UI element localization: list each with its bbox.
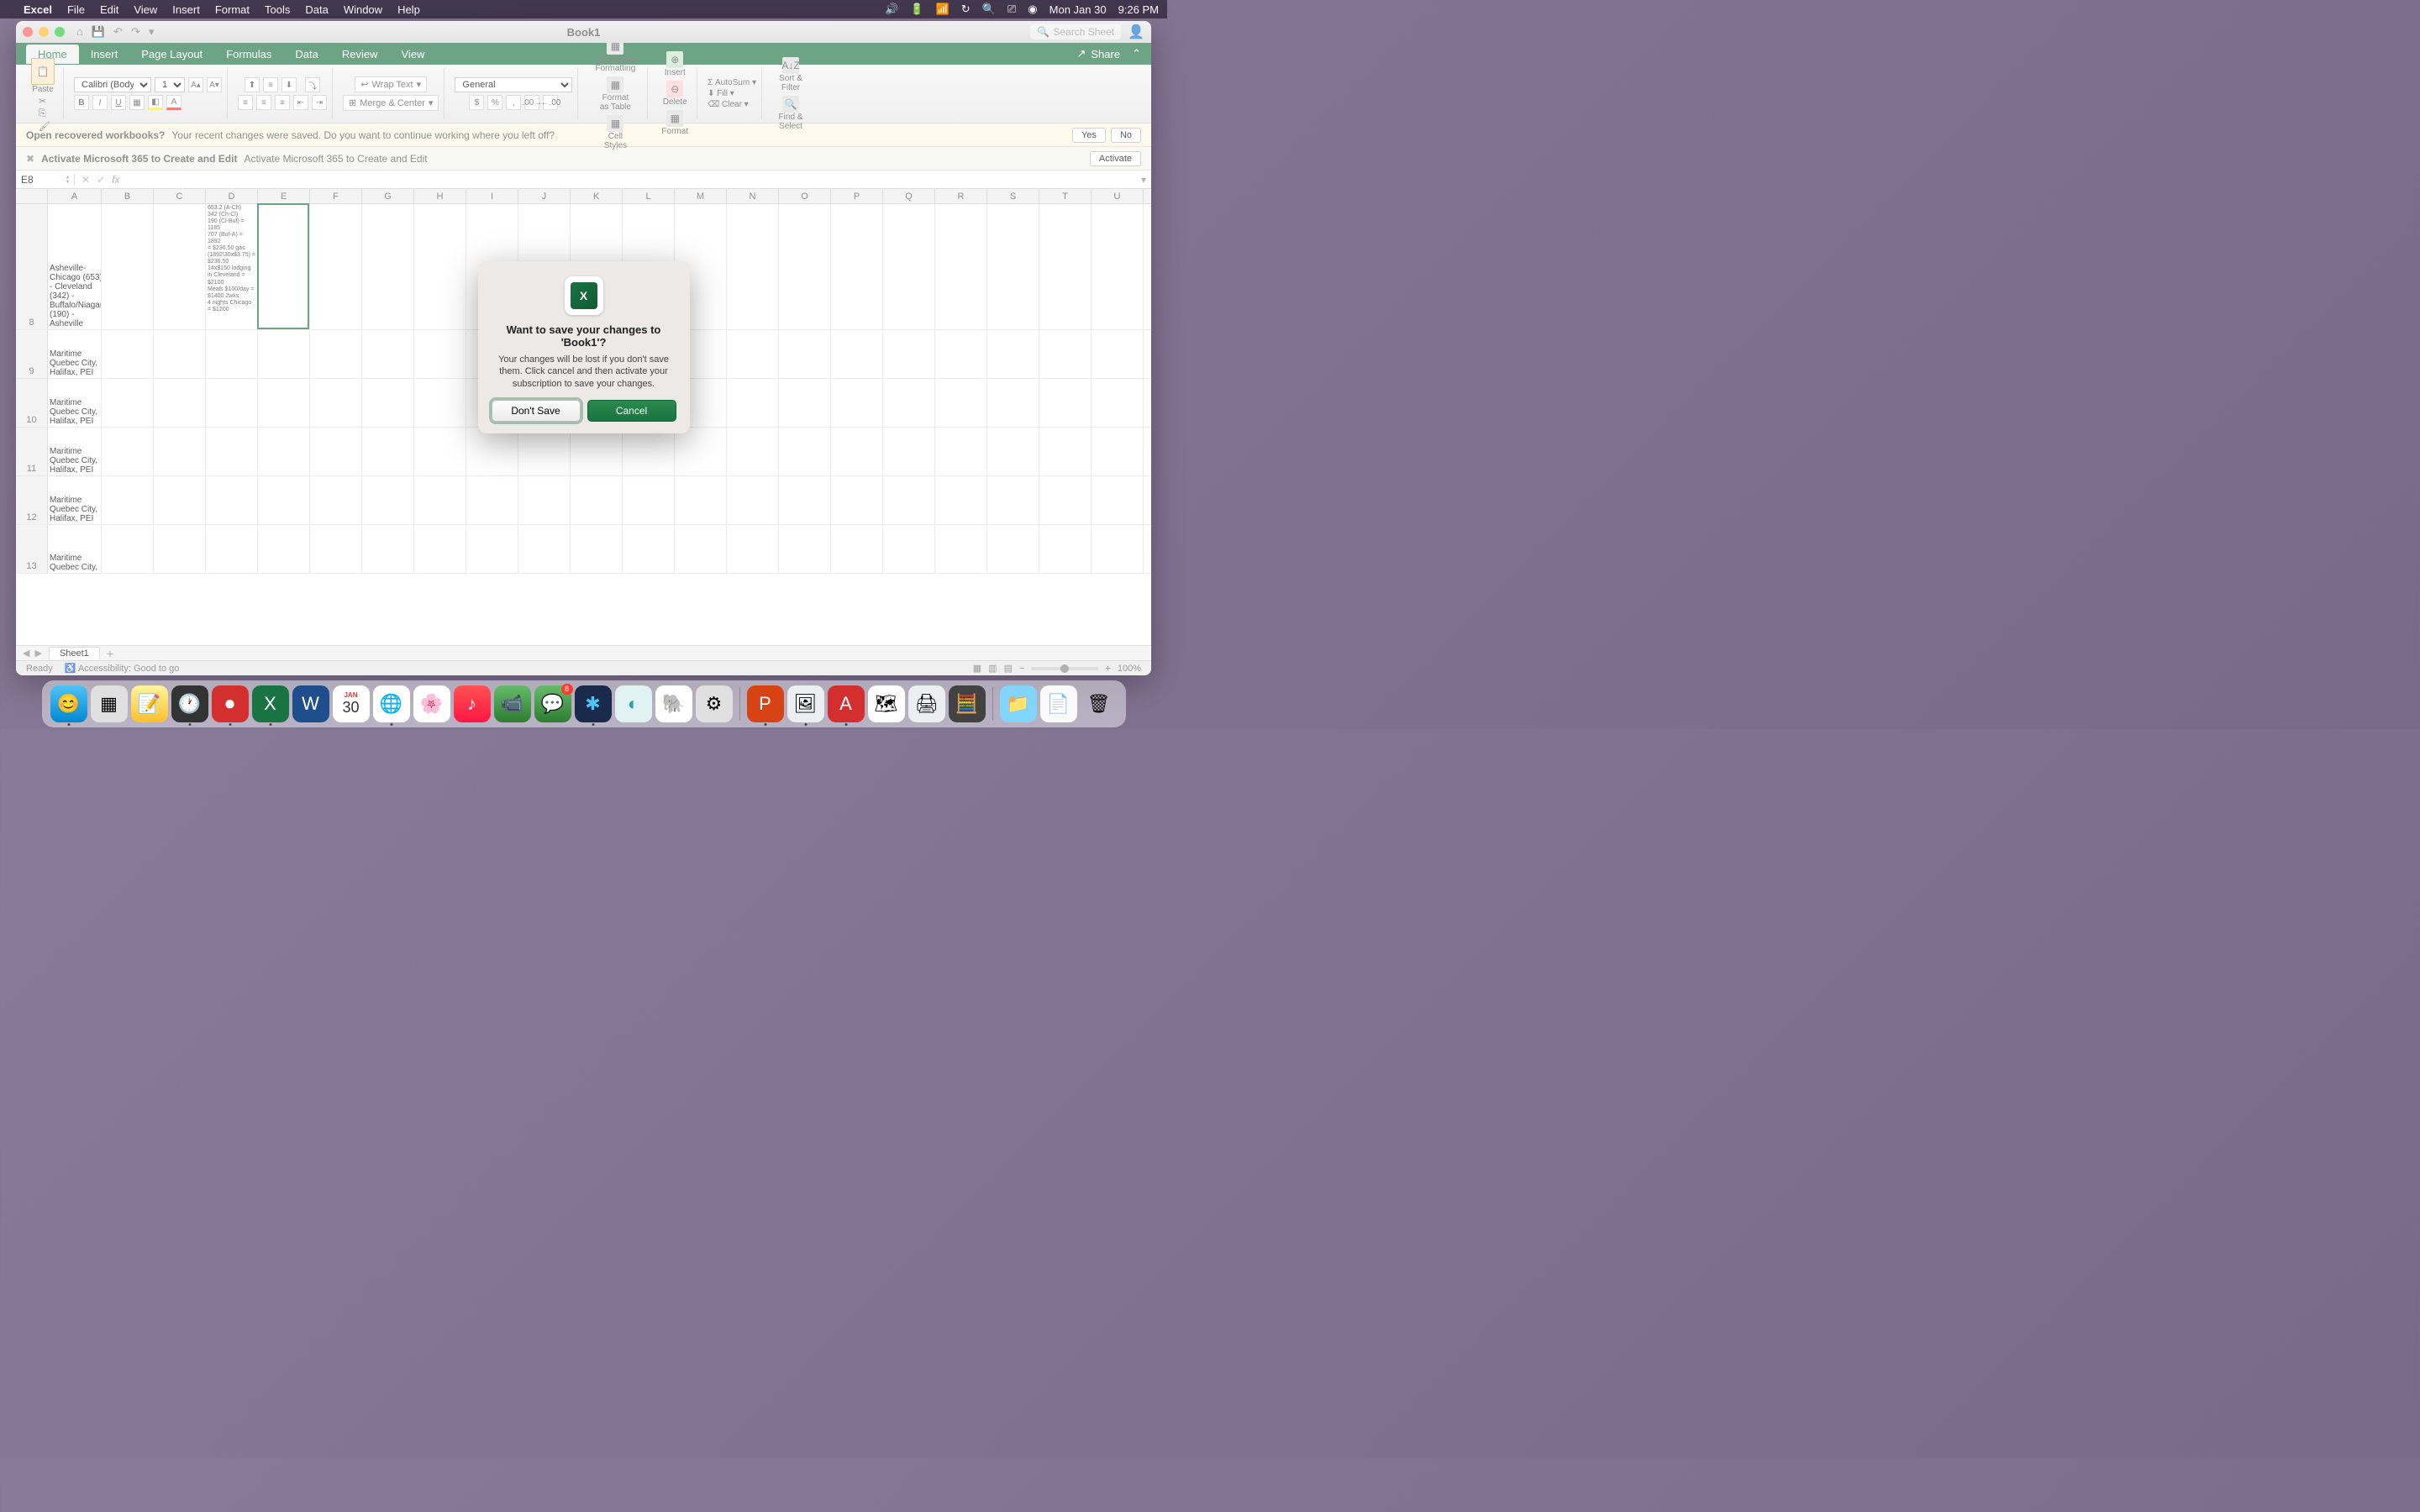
dock-separator [739, 687, 740, 721]
save-changes-dialog: X Want to save your changes to 'Book1'? … [478, 261, 690, 433]
excel-app-icon: X [565, 276, 603, 315]
menubar-format[interactable]: Format [215, 3, 250, 16]
dock: 😊 ▦ 📝 🕐 ⏺ X W JAN30 🌐 🌸 ♪ 📹 💬8 ✱ ◐ 🐘 ⚙ P… [42, 680, 1126, 727]
notes-icon[interactable]: 📝 [131, 685, 168, 722]
menubar-file[interactable]: File [67, 3, 85, 16]
word-dock-icon[interactable]: W [292, 685, 329, 722]
trash-dock-icon[interactable]: 🗑 [1081, 685, 1118, 722]
document-dock-icon[interactable]: 📄 [1040, 685, 1077, 722]
launchpad-icon[interactable]: ▦ [91, 685, 128, 722]
folder-dock-icon[interactable]: 📁 [1000, 685, 1037, 722]
preview-dock-icon[interactable]: 🖼 [787, 685, 824, 722]
maps-dock-icon[interactable]: 🗺 [868, 685, 905, 722]
battery-icon[interactable]: 🔋 [910, 3, 923, 16]
dont-save-button[interactable]: Don't Save [492, 400, 581, 422]
powerpoint-dock-icon[interactable]: P [747, 685, 784, 722]
menubar-tools[interactable]: Tools [265, 3, 290, 16]
dock-separator-2 [992, 687, 993, 721]
messages-dock-icon[interactable]: 💬8 [534, 685, 571, 722]
siri-icon[interactable]: ◉ [1028, 3, 1037, 16]
dialog-body: Your changes will be lost if you don't s… [492, 354, 676, 390]
menubar-edit[interactable]: Edit [100, 3, 118, 16]
menubar-insert[interactable]: Insert [172, 3, 200, 16]
dialog-title: Want to save your changes to 'Book1'? [492, 323, 676, 349]
music-dock-icon[interactable]: ♪ [454, 685, 491, 722]
printer-dock-icon[interactable]: 🖨 [908, 685, 945, 722]
chrome-dock-icon[interactable]: 🌐 [373, 685, 410, 722]
menubar-window[interactable]: Window [344, 3, 382, 16]
evernote-dock-icon[interactable]: 🐘 [655, 685, 692, 722]
control-center-icon[interactable]: ⎚ [1007, 3, 1016, 16]
volume-icon[interactable]: 🔊 [885, 3, 898, 16]
clock-icon[interactable]: 🕐 [171, 685, 208, 722]
spotlight-icon[interactable]: 🔍 [982, 3, 996, 16]
menubar-view[interactable]: View [134, 3, 157, 16]
excel-window: ⌂ 💾 ↶ ↷ ▾ Book1 🔍 Search Sheet 👤 Home In… [16, 21, 1151, 675]
calculator-dock-icon[interactable]: 🧮 [949, 685, 986, 722]
menubar-time[interactable]: 9:26 PM [1118, 3, 1159, 16]
cancel-button[interactable]: Cancel [587, 400, 676, 422]
mac-menubar: Excel File Edit View Insert Format Tools… [0, 0, 1167, 18]
wifi-icon[interactable]: 📶 [936, 3, 950, 16]
excel-dock-icon[interactable]: X [252, 685, 289, 722]
menubar-help[interactable]: Help [397, 3, 420, 16]
calendar-dock-icon[interactable]: JAN30 [333, 685, 370, 722]
app-green-icon[interactable]: ◐ [615, 685, 652, 722]
menubar-app[interactable]: Excel [24, 3, 52, 16]
dialog-overlay: X Want to save your changes to 'Book1'? … [16, 21, 1151, 675]
acrobat-dock-icon[interactable]: A [828, 685, 865, 722]
finder-icon[interactable]: 😊 [50, 685, 87, 722]
facetime-dock-icon[interactable]: 📹 [494, 685, 531, 722]
menubar-data[interactable]: Data [305, 3, 328, 16]
menubar-date[interactable]: Mon Jan 30 [1050, 3, 1107, 16]
settings-dock-icon[interactable]: ⚙ [696, 685, 733, 722]
recorder-icon[interactable]: ⏺ [212, 685, 249, 722]
timemachine-icon[interactable]: ↻ [961, 3, 971, 16]
anki-dock-icon[interactable]: ✱ [575, 685, 612, 722]
photos-dock-icon[interactable]: 🌸 [413, 685, 450, 722]
